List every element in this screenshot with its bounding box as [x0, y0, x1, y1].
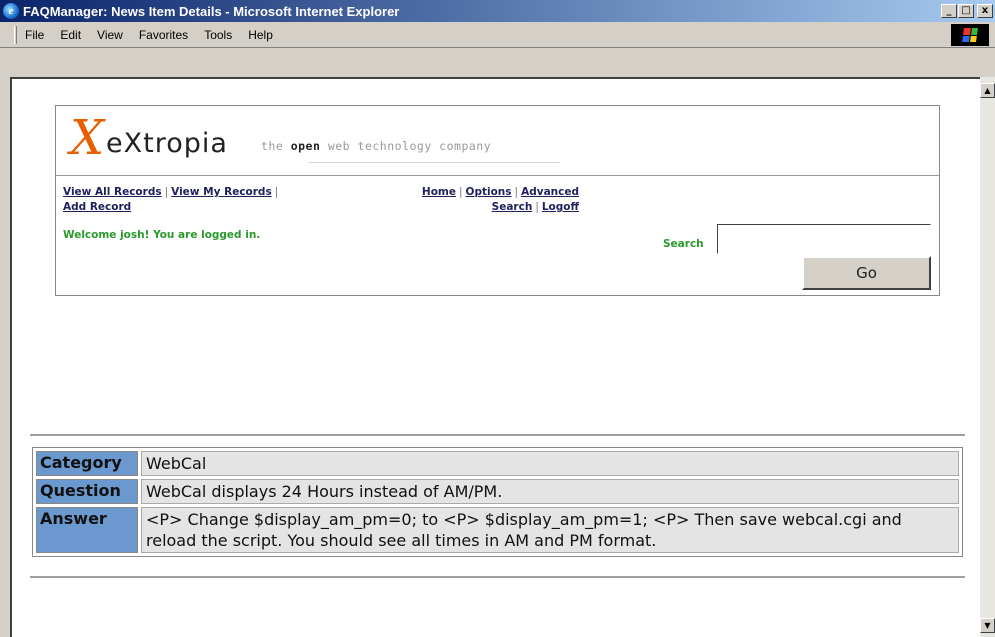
- logoff-link[interactable]: Logoff: [542, 201, 579, 213]
- menu-view[interactable]: View: [97, 28, 123, 42]
- vertical-scrollbar[interactable]: ▲ ▼: [980, 77, 995, 637]
- menu-edit[interactable]: Edit: [60, 28, 81, 42]
- page-viewport: X eXtropia the open web technology compa…: [10, 77, 980, 637]
- window-title-bar[interactable]: e FAQManager: News Item Details - Micros…: [0, 0, 995, 22]
- category-row: Category WebCal: [36, 451, 959, 476]
- divider: [30, 576, 965, 579]
- toolbar-grip[interactable]: [14, 25, 17, 44]
- question-row: Question WebCal displays 24 Hours instea…: [36, 479, 959, 504]
- maximize-button[interactable]: □: [958, 4, 974, 18]
- site-nav: Home | Options | Advanced Search | Logoff: [421, 186, 579, 213]
- scroll-down-icon[interactable]: ▼: [980, 618, 995, 633]
- extropia-logo-mark: X: [70, 110, 105, 166]
- advanced-search-link-cont[interactable]: Search: [492, 201, 533, 213]
- close-button[interactable]: x: [977, 4, 993, 18]
- windows-logo-icon: [951, 24, 989, 46]
- tagline-underline: [308, 162, 560, 163]
- search-input[interactable]: [717, 224, 931, 254]
- welcome-message: Welcome josh! You are logged in.: [63, 229, 261, 241]
- menu-help[interactable]: Help: [248, 28, 273, 42]
- news-item-details: Category WebCal Question WebCal displays…: [32, 447, 963, 557]
- menu-tools[interactable]: Tools: [204, 28, 232, 42]
- menu-favorites[interactable]: Favorites: [139, 28, 188, 42]
- browser-frame: [0, 49, 995, 77]
- internet-explorer-icon: e: [3, 3, 19, 19]
- question-value: WebCal displays 24 Hours instead of AM/P…: [141, 479, 959, 504]
- options-link[interactable]: Options: [466, 186, 512, 198]
- record-nav: View All Records | View My Records | Add Re…: [63, 186, 279, 213]
- view-my-records-link[interactable]: View My Records: [171, 186, 272, 198]
- home-link[interactable]: Home: [422, 186, 456, 198]
- minimize-button[interactable]: _: [941, 4, 957, 18]
- logo-tagline: the open web technology company: [261, 139, 492, 153]
- answer-row: Answer <P> Change $display_am_pm=0; to <…: [36, 507, 959, 553]
- search-label: Search: [663, 238, 704, 250]
- question-label: Question: [36, 479, 138, 504]
- category-value: WebCal: [141, 451, 959, 476]
- logo-banner: X eXtropia the open web technology compa…: [56, 106, 939, 176]
- answer-value: <P> Change $display_am_pm=0; to <P> $dis…: [141, 507, 959, 553]
- scroll-up-icon[interactable]: ▲: [980, 83, 995, 98]
- advanced-search-link[interactable]: Advanced: [521, 186, 579, 198]
- site-header: X eXtropia the open web technology compa…: [55, 105, 940, 296]
- go-button[interactable]: Go: [802, 256, 931, 290]
- divider: [30, 434, 965, 437]
- extropia-logo-text: eXtropia: [106, 128, 228, 159]
- answer-label: Answer: [36, 507, 138, 553]
- category-label: Category: [36, 451, 138, 476]
- window-title: FAQManager: News Item Details - Microsof…: [23, 3, 400, 19]
- add-record-link[interactable]: Add Record: [63, 201, 131, 213]
- view-all-records-link[interactable]: View All Records: [63, 186, 162, 198]
- menu-bar: File Edit View Favorites Tools Help: [0, 22, 995, 48]
- menu-file[interactable]: File: [25, 28, 44, 42]
